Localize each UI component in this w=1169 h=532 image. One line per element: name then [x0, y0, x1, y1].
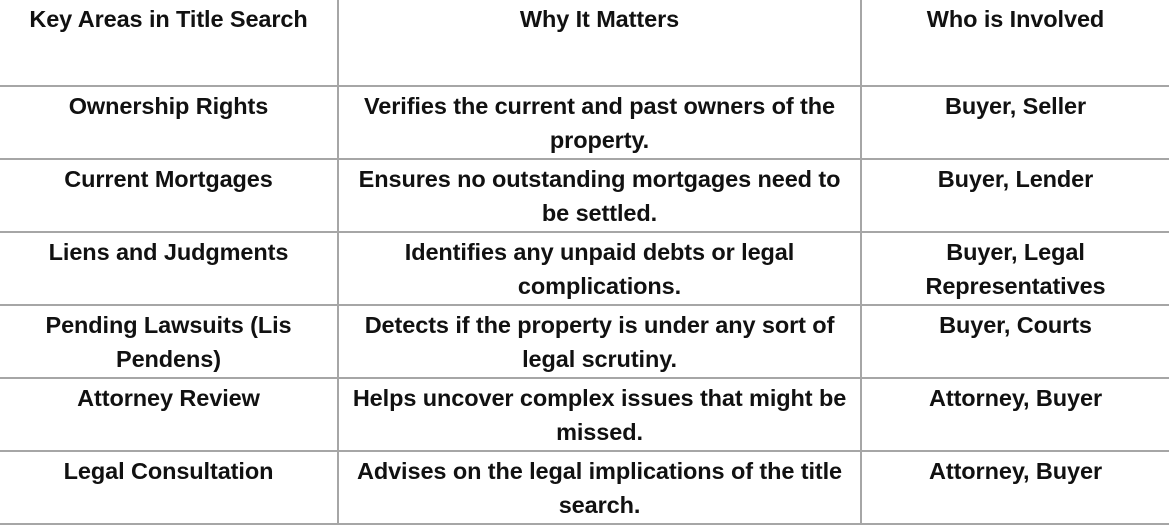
cell-who-is-involved: Buyer, Seller [860, 86, 1169, 160]
cell-why-it-matters: Advises on the legal implications of the… [337, 450, 862, 525]
column-header-key-areas: Key Areas in Title Search [0, 0, 339, 87]
cell-why-it-matters: Helps uncover complex issues that might … [337, 377, 862, 452]
cell-key-areas: Current Mortgages [0, 158, 339, 233]
cell-key-areas: Attorney Review [0, 377, 339, 452]
cell-key-areas: Ownership Rights [0, 86, 339, 160]
table-body: Ownership Rights Verifies the current an… [0, 86, 1169, 525]
cell-why-it-matters: Ensures no outstanding mortgages need to… [337, 158, 862, 233]
column-header-why-it-matters: Why It Matters [337, 0, 862, 87]
table-header: Key Areas in Title Search Why It Matters… [0, 0, 1169, 87]
table-row: Liens and Judgments Identifies any unpai… [0, 231, 1169, 306]
cell-key-areas: Liens and Judgments [0, 231, 339, 306]
cell-who-is-involved: Buyer, Courts [860, 304, 1169, 379]
cell-key-areas: Pending Lawsuits (Lis Pendens) [0, 304, 339, 379]
cell-who-is-involved: Attorney, Buyer [860, 377, 1169, 452]
title-search-table: Key Areas in Title Search Why It Matters… [0, 0, 1169, 525]
table-row: Ownership Rights Verifies the current an… [0, 86, 1169, 160]
table-header-row: Key Areas in Title Search Why It Matters… [0, 0, 1169, 87]
table-row: Attorney Review Helps uncover complex is… [0, 377, 1169, 452]
cell-why-it-matters: Identifies any unpaid debts or legal com… [337, 231, 862, 306]
column-header-who-is-involved: Who is Involved [860, 0, 1169, 87]
cell-why-it-matters: Verifies the current and past owners of … [337, 86, 862, 160]
cell-who-is-involved: Buyer, Lender [860, 158, 1169, 233]
table-row: Legal Consultation Advises on the legal … [0, 450, 1169, 525]
cell-who-is-involved: Buyer, Legal Representatives [860, 231, 1169, 306]
table-container: Key Areas in Title Search Why It Matters… [0, 0, 1169, 532]
cell-why-it-matters: Detects if the property is under any sor… [337, 304, 862, 379]
table-row: Current Mortgages Ensures no outstanding… [0, 158, 1169, 233]
cell-who-is-involved: Attorney, Buyer [860, 450, 1169, 525]
cell-key-areas: Legal Consultation [0, 450, 339, 525]
table-row: Pending Lawsuits (Lis Pendens) Detects i… [0, 304, 1169, 379]
